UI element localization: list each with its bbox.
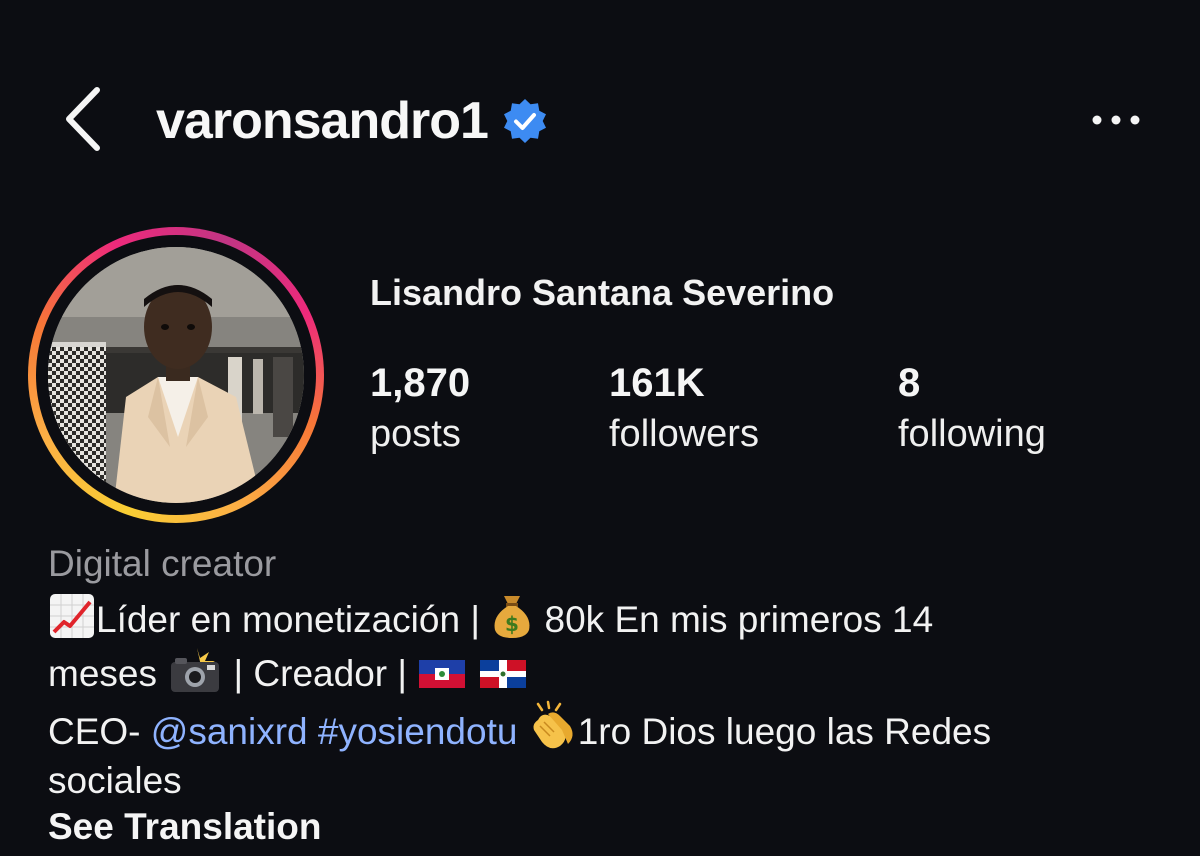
svg-text:$: $ (505, 612, 519, 636)
bio: Líder en monetización | $ 80k En mis pri… (48, 592, 1168, 808)
bio-line-2: meses | Creador | (48, 646, 1168, 700)
following-count: 8 (898, 361, 921, 405)
bio-line-1: Líder en monetización | $ 80k En mis pri… (48, 592, 1168, 646)
clapping-hands-icon (533, 700, 573, 749)
posts-label: posts (370, 413, 461, 455)
posts-stat[interactable]: 1,870 posts (370, 358, 470, 460)
money-bag-icon: $ (494, 596, 530, 638)
hashtag-link[interactable]: #yosiendotu (318, 711, 518, 752)
followers-count: 161K (609, 361, 705, 405)
bio-line-3-suffix: 1ro Dios luego las Redes (577, 711, 992, 752)
full-name: Lisandro Santana Severino (370, 272, 835, 313)
more-options-button[interactable] (1086, 100, 1146, 140)
dominican-flag-icon (479, 660, 526, 688)
following-label: following (898, 413, 1046, 455)
bio-line-2-text-a: meses (48, 653, 168, 694)
username: varonsandro1 (156, 92, 489, 150)
bio-line-3: CEO- @sanixrd #yosiendotu 1ro Dios luego… (48, 700, 1168, 754)
avatar-photo (48, 247, 304, 503)
avatar (48, 247, 304, 503)
verified-badge-icon (503, 99, 546, 143)
bio-line-2-text-b: | Creador | (223, 653, 418, 694)
back-button[interactable] (58, 84, 108, 154)
followers-stat[interactable]: 161K followers (609, 358, 759, 460)
profile-screen: varonsandro1 Lisandro Santana Severino 1… (0, 0, 1200, 856)
chevron-left-icon (66, 87, 100, 151)
bio-line-4: sociales (48, 760, 182, 801)
followers-label: followers (609, 413, 759, 455)
category-label: Digital creator (48, 543, 277, 584)
haiti-flag-icon (419, 660, 466, 688)
bio-line-1-text-a: Líder en monetización | (96, 599, 491, 640)
camera-flash-icon (171, 648, 220, 692)
see-translation-button[interactable]: See Translation (48, 806, 322, 848)
mention-link[interactable]: @sanixrd (151, 711, 308, 752)
chart-increasing-icon (50, 594, 94, 638)
following-stat[interactable]: 8 following (898, 358, 1046, 460)
bio-line-3-prefix: CEO- (48, 711, 151, 752)
bio-line-1-text-b: 80k En mis primeros 14 (534, 599, 934, 640)
header-title: varonsandro1 (156, 88, 548, 154)
story-ring[interactable] (28, 227, 324, 523)
more-horizontal-icon (1092, 115, 1140, 125)
posts-count: 1,870 (370, 361, 471, 405)
